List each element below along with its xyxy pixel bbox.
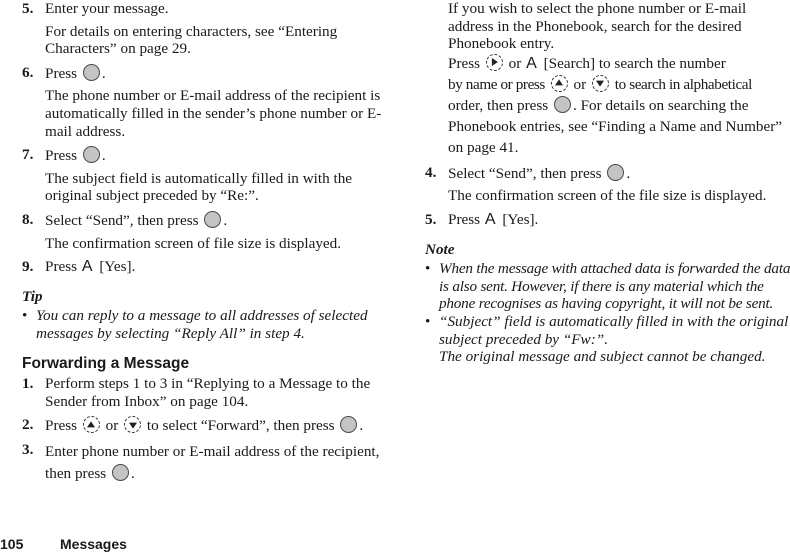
step-text: Select “Send”, then press .	[448, 163, 790, 183]
or-label: or	[508, 54, 522, 72]
step-instruction: Select “Send”, then press	[45, 211, 199, 229]
punctuation: .	[101, 64, 106, 82]
center-key-icon	[204, 210, 222, 228]
step-number: 5.	[425, 210, 437, 228]
step-number: 7.	[22, 146, 34, 164]
step-5-right: 5. Press A [Yes].	[425, 211, 790, 229]
step-detail: The phone number or E-mail address of th…	[45, 87, 382, 140]
nav-down-icon	[591, 74, 609, 92]
step-detail: The confirmation screen of the file size…	[448, 187, 767, 205]
step-4: 4. Select “Send”, then press . The confi…	[425, 163, 790, 205]
bullet-icon: •	[425, 312, 431, 330]
tip-text: You can reply to a message to all addres…	[36, 307, 368, 342]
step-number: 1.	[22, 375, 34, 393]
step-text: Enter phone number or E-mail address of …	[45, 441, 394, 485]
step-detail: The confirmation screen of file size is …	[45, 234, 342, 252]
nav-down-icon	[124, 416, 142, 434]
softkey-a-icon: A	[81, 258, 93, 276]
step-8: 8. Select “Send”, then press . The confi…	[22, 210, 394, 252]
step-instruction: Select “Send”, then press	[448, 164, 602, 182]
continuation-search: Press or A [Search] to search the number…	[448, 53, 790, 158]
step-text: Select “Send”, then press .	[45, 210, 394, 230]
step-9: 9. Press A [Yes].	[22, 258, 394, 276]
step-number: 4.	[425, 163, 437, 181]
press-label: Press	[45, 258, 78, 276]
section-heading: Forwarding a Message	[22, 354, 190, 372]
step-5: 5. Enter your message. For details on en…	[22, 0, 394, 58]
step-text: Press .	[45, 63, 394, 83]
tip-item: • You can reply to a message to all addr…	[22, 307, 394, 342]
step-text: Press A [Yes].	[45, 258, 394, 276]
forward-step-1: 1. Perform steps 1 to 3 in “Replying to …	[22, 375, 394, 410]
punctuation: .	[101, 147, 106, 165]
step-text: Perform steps 1 to 3 in “Replying to a M…	[45, 375, 371, 410]
alpha-text: to search in alphabetical	[614, 75, 753, 93]
step-text: Enter your message.	[45, 0, 169, 17]
step-instruction: Enter phone number or E-mail address of …	[45, 442, 380, 482]
center-key-icon	[111, 463, 129, 481]
page-number: 105	[0, 536, 24, 552]
note-item: • When the message with attached data is…	[425, 260, 790, 313]
softkey-action: [Yes].	[502, 210, 539, 228]
step-number: 3.	[22, 440, 34, 458]
step-text: Press or to select “Forward”, then press…	[45, 416, 394, 435]
footer-section-name: Messages	[60, 536, 127, 552]
step-3-continuation: If you wish to select the phone number o…	[425, 0, 790, 158]
forward-step-3: 3. Enter phone number or E-mail address …	[22, 441, 394, 485]
tip-list: • You can reply to a message to all addr…	[22, 307, 394, 342]
note-label: Note	[425, 240, 455, 258]
note-text: “Subject” field is automatically filled …	[439, 312, 789, 348]
step-text: Press .	[45, 146, 394, 165]
softkey-a-icon: A	[526, 54, 537, 72]
bullet-icon: •	[22, 307, 28, 325]
note-list: • When the message with attached data is…	[425, 260, 790, 366]
press-label: Press	[448, 210, 481, 228]
center-key-icon	[82, 146, 100, 164]
press-label: Press	[45, 417, 78, 435]
step-number: 6.	[22, 63, 34, 81]
press-label: Press	[448, 54, 481, 72]
center-key-icon	[340, 416, 358, 434]
step-detail: The subject field is automatically fille…	[45, 169, 353, 205]
step-instruction: to select “Forward”, then press	[146, 417, 335, 435]
center-key-icon	[82, 63, 100, 81]
nav-up-icon	[550, 74, 568, 92]
order-text: order, then press	[448, 96, 549, 114]
step-number: 8.	[22, 210, 34, 228]
step-text: Press A [Yes].	[448, 211, 790, 229]
softkey-action: [Yes].	[99, 258, 136, 276]
note-block: Note • When the message with attached da…	[425, 241, 790, 366]
punctuation: .	[626, 164, 631, 182]
step-7: 7. Press . The subject field is automati…	[22, 146, 394, 205]
nav-right-icon	[485, 53, 503, 71]
punctuation: .	[130, 464, 135, 482]
search-text: [Search] to search the number	[543, 54, 726, 72]
punctuation: .	[223, 211, 228, 229]
nav-up-icon	[82, 416, 100, 434]
note-text: The original message and subject cannot …	[439, 348, 766, 366]
press-label: Press	[45, 64, 78, 82]
left-column: 5. Enter your message. For details on en…	[22, 0, 394, 485]
step-detail: For details on entering characters, see …	[45, 22, 338, 58]
note-text: When the message with attached data is f…	[439, 260, 790, 313]
by-name-text: by name or press	[448, 75, 545, 93]
punctuation: .	[359, 417, 364, 435]
continuation-intro: If you wish to select the phone number o…	[448, 0, 747, 53]
bullet-icon: •	[425, 260, 431, 278]
step-number: 9.	[22, 258, 34, 276]
center-key-icon	[607, 163, 625, 181]
note-item: • “Subject” field is automatically fille…	[425, 313, 790, 366]
or-label: or	[573, 75, 587, 93]
tip-label: Tip	[22, 287, 43, 305]
right-column: If you wish to select the phone number o…	[425, 0, 790, 366]
press-label: Press	[45, 147, 78, 165]
center-key-icon	[553, 95, 571, 113]
step-number: 2.	[22, 416, 34, 434]
step-6: 6. Press . The phone number or E-mail ad…	[22, 63, 394, 140]
or-label: or	[105, 417, 119, 435]
tip-block: Tip • You can reply to a message to all …	[22, 288, 394, 343]
forward-step-2: 2. Press or to select “Forward”, then pr…	[22, 416, 394, 435]
step-number: 5.	[22, 0, 34, 17]
softkey-a-icon: A	[484, 210, 496, 228]
